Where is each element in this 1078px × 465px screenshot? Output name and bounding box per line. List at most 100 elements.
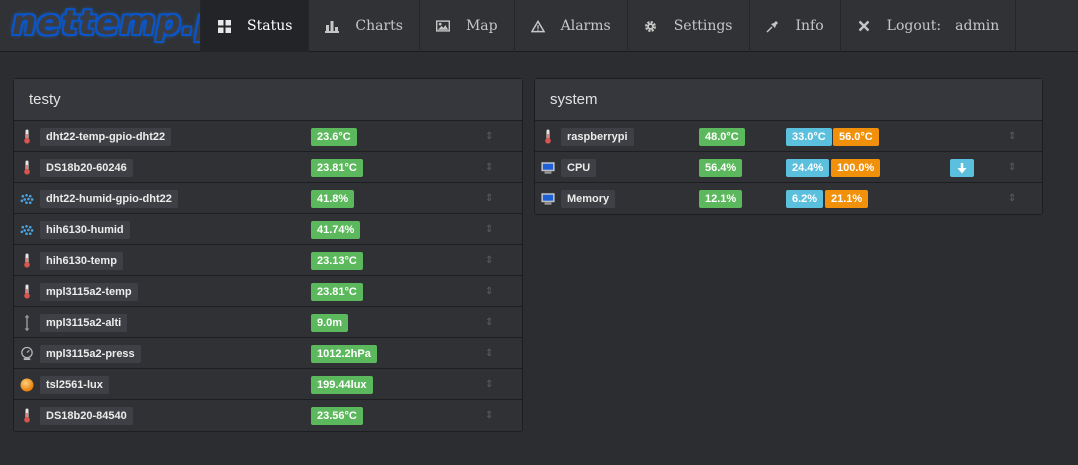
sensor-name[interactable]: mpl3115a2-press — [40, 345, 141, 363]
down-arrow-icon — [957, 162, 967, 173]
nav-charts[interactable]: Charts — [308, 0, 419, 52]
nav-label: Logout: — [886, 18, 942, 34]
warning-icon — [530, 19, 545, 33]
sensor-value: 41.74% — [311, 221, 361, 239]
nav-label: Info — [795, 18, 824, 34]
min-value: 24.4% — [786, 159, 830, 177]
gear-icon — [644, 19, 658, 33]
nav-status[interactable]: Status — [200, 0, 309, 52]
drag-handle-icon[interactable]: ⇕ — [485, 409, 493, 422]
sensor-value: 23.81°C — [311, 283, 363, 301]
system-row[interactable]: Memory 12.1% 6.2% 21.1% ⇕ — [535, 183, 1042, 214]
sensor-list: dht22-temp-gpio-dht22 23.6°C ⇕ DS18b20-6… — [14, 121, 522, 431]
drag-handle-icon[interactable]: ⇕ — [485, 161, 493, 174]
sensor-row[interactable]: dht22-humid-gpio-dht22 41.8% ⇕ — [14, 183, 522, 214]
pushpin-icon — [766, 19, 780, 33]
sensor-row[interactable]: tsl2561-lux 199.44lux ⇕ — [14, 369, 522, 400]
sensor-name[interactable]: mpl3115a2-alti — [40, 314, 128, 332]
sensor-value: 23.81°C — [311, 159, 363, 177]
lux-icon — [20, 377, 34, 392]
system-name[interactable]: raspberrypi — [561, 128, 634, 146]
sensor-value: 9.0m — [311, 314, 349, 332]
bar-chart-icon — [325, 19, 340, 33]
sensor-value: 23.6°C — [311, 128, 357, 146]
sensor-name[interactable]: DS18b20-60246 — [40, 159, 133, 177]
nav-map[interactable]: Map — [418, 0, 514, 52]
min-value: 33.0°C — [786, 128, 832, 146]
altitude-icon — [20, 314, 34, 331]
drag-handle-icon[interactable]: ⇕ — [1008, 130, 1016, 143]
sensor-value: 1012.2hPa — [311, 345, 377, 363]
sensor-value: 41.8% — [311, 190, 355, 208]
thermometer-icon — [20, 129, 34, 144]
logout-username: admin — [955, 18, 1000, 34]
current-value: 56.4% — [699, 159, 743, 177]
sensor-name[interactable]: mpl3115a2-temp — [40, 283, 138, 301]
max-value: 100.0% — [831, 159, 881, 177]
monitor-icon — [541, 191, 555, 206]
drag-handle-icon[interactable]: ⇕ — [485, 347, 493, 360]
close-icon — [857, 19, 871, 33]
current-value: 12.1% — [699, 190, 743, 208]
system-row[interactable]: raspberrypi 48.0°C 33.0°C 56.0°C ⇕ — [535, 121, 1042, 152]
drag-handle-icon[interactable]: ⇕ — [485, 192, 493, 205]
panel-title: system — [535, 79, 1042, 121]
pressure-icon — [20, 346, 34, 361]
sensor-name[interactable]: hih6130-humid — [40, 221, 130, 239]
panel-title: testy — [14, 79, 522, 121]
nav-alarms[interactable]: Alarms — [513, 0, 627, 52]
system-list: raspberrypi 48.0°C 33.0°C 56.0°C ⇕ CPU 5… — [535, 121, 1042, 214]
sensor-name[interactable]: hih6130-temp — [40, 252, 123, 270]
nav-logout[interactable]: Logout: admin — [839, 0, 1017, 52]
sensor-value: 199.44lux — [311, 376, 373, 394]
nav-info[interactable]: Info — [748, 0, 840, 52]
sensor-value: 23.13°C — [311, 252, 363, 270]
nav-label: Status — [247, 18, 293, 34]
top-navbar: nettemp.pl Status Charts Map Alarms Sett… — [0, 0, 1078, 52]
humidity-icon — [20, 191, 34, 206]
grid-icon — [217, 19, 231, 33]
drag-handle-icon[interactable]: ⇕ — [485, 378, 493, 391]
drag-handle-icon[interactable]: ⇕ — [1008, 161, 1016, 174]
sensor-row[interactable]: mpl3115a2-press 1012.2hPa ⇕ — [14, 338, 522, 369]
nav-label: Alarms — [560, 18, 611, 34]
system-row[interactable]: CPU 56.4% 24.4% 100.0% ⇕ — [535, 152, 1042, 183]
drag-handle-icon[interactable]: ⇕ — [485, 223, 493, 236]
system-name[interactable]: Memory — [561, 190, 616, 208]
drag-handle-icon[interactable]: ⇕ — [485, 285, 493, 298]
sensor-name[interactable]: dht22-humid-gpio-dht22 — [40, 190, 178, 208]
thermometer-icon — [541, 129, 555, 144]
panel-testy: testy dht22-temp-gpio-dht22 23.6°C ⇕ DS1… — [13, 78, 523, 432]
thermometer-icon — [20, 253, 34, 268]
drag-handle-icon[interactable]: ⇕ — [485, 254, 493, 267]
nav-label: Settings — [673, 18, 733, 34]
drag-handle-icon[interactable]: ⇕ — [485, 130, 493, 143]
drag-handle-icon[interactable]: ⇕ — [1008, 192, 1016, 205]
picture-icon — [435, 19, 450, 33]
trend-down-button[interactable] — [950, 159, 974, 177]
sensor-row[interactable]: DS18b20-84540 23.56°C ⇕ — [14, 400, 522, 431]
thermometer-icon — [20, 284, 34, 299]
nav-settings[interactable]: Settings — [626, 0, 749, 52]
humidity-icon — [20, 222, 34, 237]
sensor-row[interactable]: mpl3115a2-temp 23.81°C ⇕ — [14, 276, 522, 307]
sensor-row[interactable]: hih6130-humid 41.74% ⇕ — [14, 214, 522, 245]
max-value: 21.1% — [825, 190, 869, 208]
monitor-icon — [541, 160, 555, 175]
sensor-row[interactable]: hih6130-temp 23.13°C ⇕ — [14, 245, 522, 276]
sensor-value: 23.56°C — [311, 407, 363, 425]
thermometer-icon — [20, 160, 34, 175]
nav-label: Charts — [355, 18, 403, 34]
panel-system: system raspberrypi 48.0°C 33.0°C 56.0°C … — [534, 78, 1043, 215]
sensor-name[interactable]: tsl2561-lux — [40, 376, 109, 394]
drag-handle-icon[interactable]: ⇕ — [485, 316, 493, 329]
sensor-name[interactable]: DS18b20-84540 — [40, 407, 133, 425]
brand-logo[interactable]: nettemp.pl — [0, 0, 233, 52]
sensor-row[interactable]: dht22-temp-gpio-dht22 23.6°C ⇕ — [14, 121, 522, 152]
system-name[interactable]: CPU — [561, 159, 597, 177]
thermometer-icon — [20, 408, 34, 423]
sensor-row[interactable]: mpl3115a2-alti 9.0m ⇕ — [14, 307, 522, 338]
sensor-name[interactable]: dht22-temp-gpio-dht22 — [40, 128, 172, 146]
min-value: 6.2% — [786, 190, 824, 208]
sensor-row[interactable]: DS18b20-60246 23.81°C ⇕ — [14, 152, 522, 183]
